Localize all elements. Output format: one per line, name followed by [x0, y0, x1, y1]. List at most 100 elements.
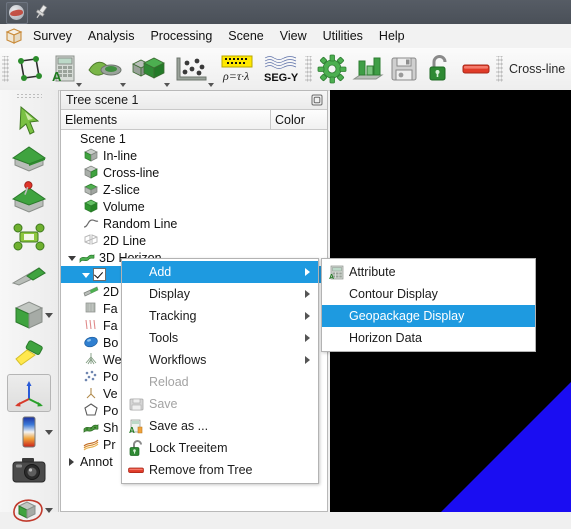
menu-utilities[interactable]: Utilities — [315, 26, 371, 46]
tree-item-label: In-line — [103, 148, 138, 163]
tree-item-scene-1[interactable]: Scene 1 — [61, 130, 327, 147]
green-house-icon — [11, 144, 47, 174]
scene-toolbar-grip[interactable] — [16, 93, 42, 99]
ctx-save-as[interactable]: A Save as ... — [122, 415, 318, 437]
left-tool-snapshot[interactable] — [6, 452, 52, 490]
toolbar-lock[interactable] — [422, 50, 458, 88]
ctx-display[interactable]: Display — [122, 283, 318, 305]
toolbar-attributes[interactable]: A — [47, 50, 83, 88]
toolbar-crossplot[interactable] — [83, 50, 127, 88]
left-tool-view-direction[interactable] — [6, 296, 53, 334]
ctx-save: Save — [122, 393, 318, 415]
toolbar-grip-2[interactable] — [305, 56, 312, 82]
ctx-workflows[interactable]: Workflows — [122, 349, 318, 371]
float-dock-icon[interactable] — [311, 94, 323, 106]
ctx-add[interactable]: Add — [122, 261, 318, 283]
left-tool-save-home-view[interactable] — [6, 179, 52, 217]
attribute-icon: A — [325, 263, 349, 281]
left-tool-display-orientation[interactable] — [7, 374, 51, 412]
toolbar-batch-processing[interactable] — [314, 50, 350, 88]
toolbar-segy[interactable]: SEG-Y — [259, 50, 303, 88]
menu-icon-placeholder — [125, 329, 147, 347]
svg-text:ρ=τ·λ: ρ=τ·λ — [222, 69, 249, 83]
toolbar-statistics[interactable] — [350, 50, 386, 88]
toolbar-save-session[interactable] — [386, 50, 422, 88]
chevron-down-icon[interactable] — [45, 430, 53, 435]
toolbar-rock-physics[interactable]: ρ=τ·λ — [215, 50, 259, 88]
menu-item-label: Add — [149, 265, 172, 279]
tree-item-label: Scene 1 — [80, 131, 126, 146]
tree-item-label: Bo — [103, 335, 119, 350]
rock-physics-icon: ρ=τ·λ — [219, 54, 255, 84]
expander-collapse-icon[interactable] — [79, 266, 93, 283]
ctx-lock-treeitem[interactable]: Lock Treeitem — [122, 437, 318, 459]
toolbar-grip-3[interactable] — [496, 56, 503, 82]
tree-item-volume[interactable]: Volume — [61, 198, 327, 215]
fault-icon — [83, 301, 100, 316]
left-tool-home-view[interactable] — [6, 140, 52, 178]
chevron-down-icon[interactable] — [208, 83, 214, 87]
toolbar-grip[interactable] — [2, 56, 9, 82]
svg-text:A: A — [52, 69, 62, 84]
menu-help[interactable]: Help — [371, 26, 413, 46]
survey-polygon-icon — [14, 55, 44, 83]
chevron-down-icon[interactable] — [76, 83, 82, 87]
tree-item-checkbox[interactable] — [93, 268, 106, 281]
left-tool-colortable[interactable] — [6, 413, 53, 451]
chevron-down-icon[interactable] — [45, 508, 53, 513]
tree-item-cross-line[interactable]: Cross-line — [61, 164, 327, 181]
menu-survey[interactable]: Survey — [25, 26, 80, 46]
menu-scene[interactable]: Scene — [220, 26, 271, 46]
menu-icon-placeholder — [125, 373, 147, 391]
inline-plane-icon — [11, 264, 47, 288]
menu-icon-placeholder — [125, 307, 147, 325]
body-icon — [83, 335, 100, 350]
toolbar-volume-builder[interactable] — [127, 50, 171, 88]
title-bar — [0, 0, 571, 25]
toolbar-survey-setup[interactable] — [11, 50, 47, 88]
left-tool-pick[interactable] — [6, 101, 52, 139]
pin-icon[interactable] — [33, 4, 49, 20]
left-tool-headlight[interactable] — [6, 335, 52, 373]
left-tool-view-all[interactable] — [6, 218, 52, 256]
submenu-attribute[interactable]: A Attribute — [322, 261, 535, 283]
submenu-item-label: Horizon Data — [349, 331, 422, 345]
chevron-down-icon[interactable] — [120, 83, 126, 87]
tree-item-z-slice[interactable]: Z-slice — [61, 181, 327, 198]
tree-context-menu: Add Display Tracking Tools Workflows Reload Sa… — [121, 258, 319, 484]
toolbar-remove[interactable] — [458, 50, 494, 88]
menu-item-label: Reload — [149, 375, 189, 389]
left-tool-view-inline[interactable] — [6, 257, 52, 295]
menu-processing[interactable]: Processing — [142, 26, 220, 46]
tree-column-color[interactable]: Color — [270, 110, 327, 129]
expander-expand-icon[interactable] — [65, 453, 79, 470]
ctx-tracking[interactable]: Tracking — [122, 305, 318, 327]
menu-bar: Survey Analysis Processing Scene View Ut… — [0, 24, 571, 49]
pointset-icon — [83, 369, 100, 384]
ctx-tools[interactable]: Tools — [122, 327, 318, 349]
submenu-contour-display[interactable]: Contour Display — [322, 283, 535, 305]
toolbar-manage-data[interactable] — [171, 50, 215, 88]
volume-builder-icon — [130, 55, 168, 83]
tree-dock-titlebar[interactable]: Tree scene 1 — [61, 91, 327, 110]
chevron-down-icon[interactable] — [45, 313, 53, 318]
menu-view[interactable]: View — [272, 26, 315, 46]
expander-collapse-icon[interactable] — [65, 249, 79, 266]
red-bar-icon — [462, 61, 490, 77]
tree-item-random-line[interactable]: Random Line — [61, 215, 327, 232]
menu-analysis[interactable]: Analysis — [80, 26, 143, 46]
tree-item-label: Po — [103, 403, 119, 418]
tree-column-elements[interactable]: Elements — [61, 113, 270, 127]
submenu-icon-placeholder — [325, 307, 349, 325]
left-tool-polygon-selection[interactable] — [6, 491, 53, 529]
tree-item-2d-line[interactable]: 2D Line — [61, 232, 327, 249]
ctx-reload: Reload — [122, 371, 318, 393]
chevron-down-icon[interactable] — [164, 83, 170, 87]
inline-cube-icon — [83, 148, 100, 163]
ctx-remove-from-tree[interactable]: Remove from Tree — [122, 459, 318, 481]
app-icon[interactable] — [6, 2, 28, 24]
submenu-horizon-data[interactable]: Horizon Data — [322, 327, 535, 349]
chevron-right-icon — [305, 356, 310, 364]
tree-item-in-line[interactable]: In-line — [61, 147, 327, 164]
submenu-geopackage-display[interactable]: Geopackage Display — [322, 305, 535, 327]
